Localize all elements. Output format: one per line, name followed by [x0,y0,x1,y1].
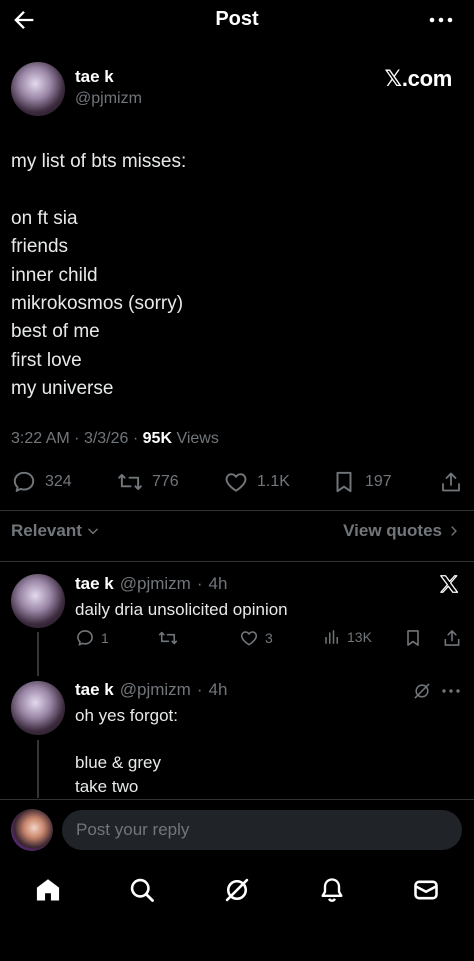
reply-separator: · [196,574,203,593]
like-count: 1.1K [257,473,290,490]
view-quotes-label: View quotes [343,521,442,540]
thread-line [37,740,39,798]
bookmark-icon [336,471,352,493]
x-watermark: 𝕏.com [384,66,452,91]
reply-bookmark-button[interactable] [403,628,423,648]
bookmark-icon [407,630,419,646]
reply-views-button[interactable]: 13K [323,628,372,646]
divider [0,510,474,511]
reply-repost-button[interactable] [157,628,179,648]
notifications-icon[interactable] [318,876,346,904]
grok-icon[interactable] [412,681,432,701]
chevron-right-icon [451,526,457,536]
reply-avatar[interactable] [11,574,65,628]
share-icon [442,472,460,492]
messages-icon[interactable] [412,876,440,904]
author-name[interactable]: tae k [75,67,114,87]
reply-header: tae k @pjmizm · 4h [75,574,227,594]
reply-reply-button[interactable]: 1 [75,628,109,648]
reply-count: 324 [45,473,72,490]
reply-reply-count: 1 [101,630,109,646]
views-label: Views [176,430,219,447]
reply-like-count: 3 [265,630,273,646]
reply-age: 4h [208,574,228,593]
divider [0,561,474,562]
repost-count: 776 [152,473,179,490]
reply-actions: 1 3 13K [0,628,474,652]
repost-button[interactable]: 776 [116,468,179,496]
page-title: Post [215,8,259,30]
reply-author-handle[interactable]: @pjmizm [120,574,191,594]
reply-separator: · [196,680,203,699]
share-button[interactable] [439,468,463,496]
view-quotes-link[interactable]: View quotes [343,521,460,541]
heart-icon [240,631,258,646]
chevron-down-icon [88,528,98,535]
reply-views-count: 13K [347,629,372,645]
analytics-icon [325,630,338,644]
reply-text: daily dria unsolicited opinion [75,600,288,619]
search-icon[interactable] [128,876,156,904]
share-icon [444,630,460,646]
reply-input[interactable] [62,810,462,850]
reply-share-button[interactable] [442,628,462,648]
grok-icon[interactable] [223,876,251,904]
reply-header: tae k @pjmizm · 4h [75,680,227,700]
bottom-nav [0,862,474,961]
top-bar: Post [0,0,474,40]
reply-like-button[interactable]: 3 [239,628,273,648]
reply-author-name[interactable]: tae k [75,574,114,594]
repost-icon [118,473,142,491]
author-handle[interactable]: @pjmizm [75,90,142,108]
reply-age: 4h [208,680,228,699]
reply-more-icon[interactable] [440,682,462,700]
reply-author-handle[interactable]: @pjmizm [120,680,191,700]
post-meta: 3:22 AM · 3/3/26 · 95K Views [11,430,219,447]
sort-label: Relevant [11,521,82,540]
home-icon[interactable] [34,876,62,904]
repost-icon [158,631,178,645]
views-count[interactable]: 95K [143,430,172,447]
more-options-icon[interactable] [426,8,456,32]
bookmark-button[interactable]: 197 [331,468,392,496]
like-button[interactable]: 1.1K [223,468,290,496]
post-actions: 324 776 1.1K 197 [0,468,474,498]
post-date: 3/3/26 [83,430,129,447]
post-time: 3:22 AM [11,430,70,447]
reply-button[interactable]: 324 [11,468,72,496]
bookmark-count: 197 [365,473,392,490]
x-logo-icon [438,573,460,595]
reply-composer [0,799,474,861]
reply-text: oh yes forgot: blue & grey take two [75,706,179,796]
reply-icon [77,630,93,646]
reply-icon [13,471,35,492]
my-avatar[interactable] [11,809,53,851]
sort-relevant-dropdown[interactable]: Relevant [11,521,100,541]
author-avatar[interactable] [11,62,65,116]
reply-author-name[interactable]: tae k [75,680,114,700]
reply-avatar[interactable] [11,681,65,735]
heart-icon [225,473,247,492]
post-text: my list of bts misses: on ft sia friends… [11,151,187,400]
